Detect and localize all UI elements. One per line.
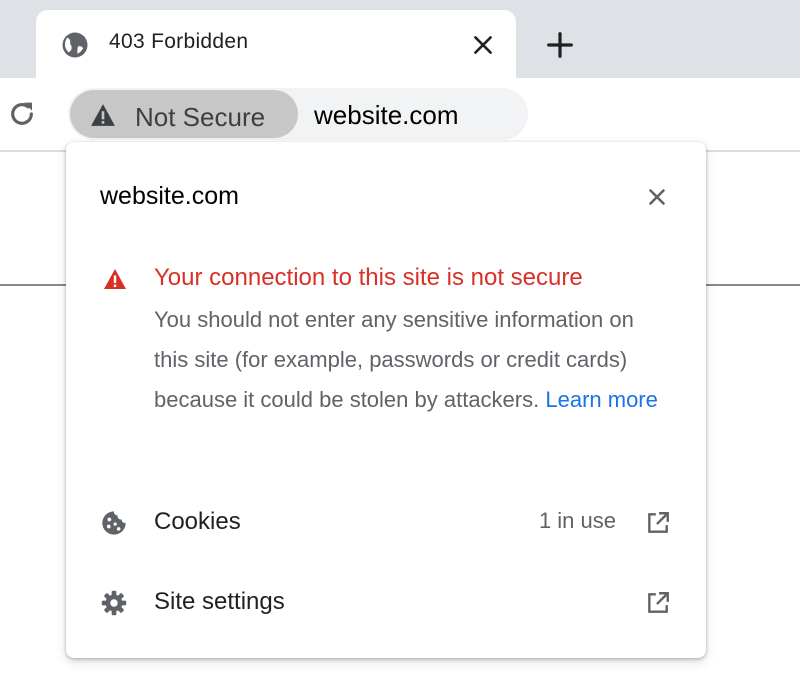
security-chip[interactable]: Not Secure <box>70 90 298 138</box>
warning-icon <box>104 269 126 289</box>
reload-icon[interactable] <box>6 98 38 130</box>
site-settings-label: Site settings <box>154 588 285 615</box>
tab-active[interactable]: 403 Forbidden <box>36 10 516 78</box>
cookies-row[interactable]: Cookies 1 in use <box>66 492 706 552</box>
globe-icon <box>62 32 88 58</box>
open-in-new-icon[interactable] <box>645 510 671 536</box>
gear-icon <box>101 590 127 616</box>
close-icon[interactable] <box>470 32 496 58</box>
omnibox[interactable]: Not Secure website.com <box>68 88 528 140</box>
tab-strip: 403 Forbidden <box>0 0 800 78</box>
security-warning-title: Your connection to this site is not secu… <box>154 264 583 291</box>
security-chip-label: Not Secure <box>135 102 266 132</box>
url-text[interactable]: website.com <box>314 100 459 131</box>
learn-more-link[interactable]: Learn more <box>545 387 658 412</box>
cookie-icon <box>102 511 126 535</box>
cookies-count: 1 in use <box>538 508 616 533</box>
site-settings-row[interactable]: Site settings <box>66 572 706 632</box>
security-warning-body: You should not enter any sensitive infor… <box>154 300 674 420</box>
warning-icon <box>91 104 115 126</box>
open-in-new-icon[interactable] <box>645 590 671 616</box>
popup-site-name: website.com <box>100 182 239 210</box>
toolbar: Not Secure website.com <box>0 78 800 152</box>
cookies-label: Cookies <box>154 508 241 535</box>
plus-icon[interactable] <box>545 30 575 60</box>
page-info-popup: website.com Your connection to this site… <box>66 142 706 658</box>
close-icon[interactable] <box>644 184 670 210</box>
tab-title: 403 Forbidden <box>109 30 249 53</box>
